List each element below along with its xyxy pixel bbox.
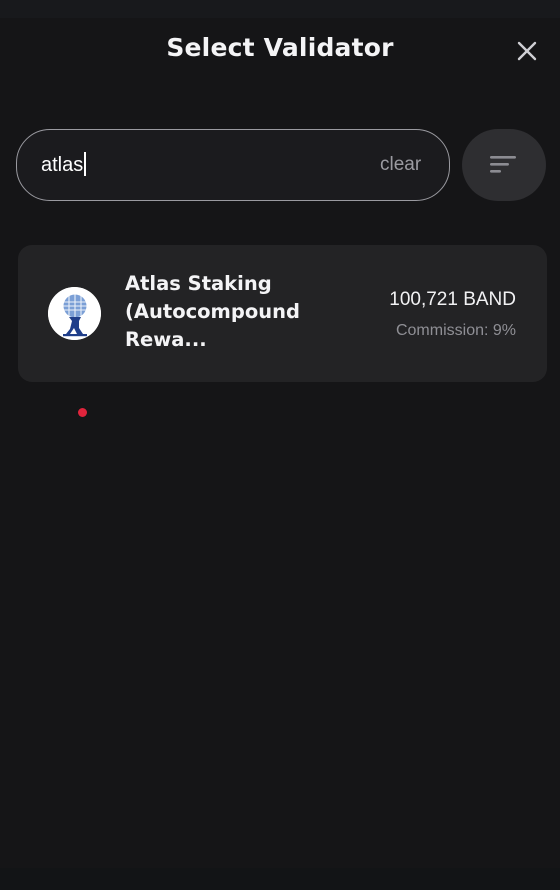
validator-name: Atlas Staking (Autocompound Rewa... — [125, 272, 300, 351]
validator-list-item[interactable]: Atlas Staking (Autocompound Rewa... 100,… — [18, 245, 547, 382]
filter-button[interactable] — [462, 129, 546, 201]
search-field[interactable]: atlas clear — [16, 129, 450, 201]
atlas-logo-icon — [48, 287, 101, 340]
select-validator-modal: Select Validator atlas clear Atlas Staki… — [0, 18, 560, 868]
validator-stake-amount: 100,721 BAND — [389, 289, 516, 310]
validator-avatar — [48, 287, 101, 340]
close-button[interactable] — [512, 36, 542, 66]
top-strip — [0, 0, 560, 18]
clear-button[interactable]: clear — [380, 153, 421, 177]
bottom-strip — [0, 868, 560, 890]
modal-title: Select Validator — [166, 33, 394, 62]
validator-commission: Commission: 9% — [395, 322, 516, 339]
close-icon — [517, 41, 537, 61]
pointer-indicator — [78, 408, 87, 417]
filter-icon — [490, 156, 516, 173]
